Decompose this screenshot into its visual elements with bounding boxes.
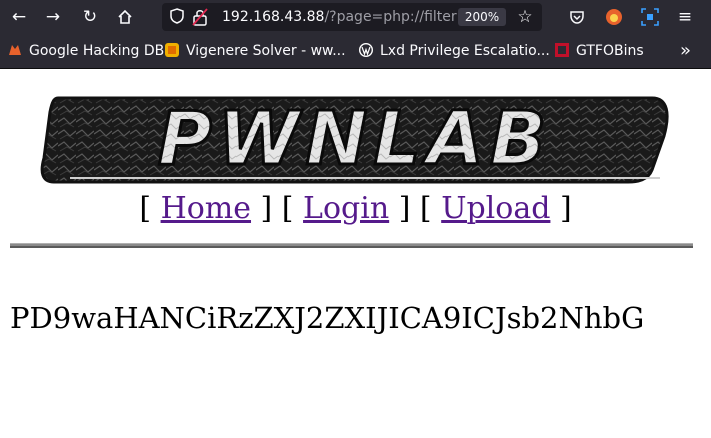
site-nav: [ Home ] [ Login ] [ Upload ]	[139, 191, 572, 226]
pwnlab-logo: PWNLAB	[40, 92, 670, 188]
bookmark-label: Google Hacking DB	[29, 43, 165, 59]
wordpress-icon	[358, 36, 374, 58]
base64-output: PD9waHANCiRzZXJ2ZXIJICA9ICJsb2NhbG	[10, 301, 645, 335]
logo-lettering: PWNLAB	[158, 96, 553, 182]
horizontal-rule	[10, 243, 693, 248]
nav-login-link[interactable]: Login	[303, 191, 389, 226]
hamburger-menu-icon[interactable]: ≡	[673, 5, 697, 29]
bookmark-google-hacking-db[interactable]: Google Hacking DB	[8, 34, 164, 68]
pocket-icon[interactable]	[565, 5, 589, 29]
vigenere-icon	[165, 36, 179, 57]
extension-fox-icon[interactable]	[602, 5, 626, 29]
browser-toolbar: ← → ↻ 192.168.43.88/?page=php://filter 2…	[0, 0, 711, 34]
insecure-lock-icon[interactable]	[192, 8, 210, 26]
nav-upload-link[interactable]: Upload	[441, 191, 550, 226]
url-bar[interactable]: 192.168.43.88/?page=php://filter 200% ☆	[162, 3, 542, 31]
gtfobins-icon	[555, 36, 569, 57]
bookmark-label: Vigenere Solver - ww...	[186, 43, 346, 59]
reload-icon[interactable]: ↻	[78, 5, 102, 29]
forward-arrow-icon[interactable]: →	[41, 5, 65, 29]
bookmark-label: GTFOBins	[576, 43, 644, 59]
home-icon[interactable]	[113, 5, 137, 29]
bookmark-label: Lxd Privilege Escalatio...	[380, 43, 550, 59]
page-content: PWNLAB [ Home ] [ Login ] [ Upload ] PD9…	[0, 69, 711, 438]
nav-home-link[interactable]: Home	[161, 191, 251, 226]
bookmarks-bar: Google Hacking DB Vigenere Solver - ww..…	[0, 34, 711, 69]
bookmark-vigenere-solver[interactable]: Vigenere Solver - ww...	[165, 34, 346, 68]
url-text[interactable]: 192.168.43.88/?page=php://filter	[222, 3, 458, 31]
url-host: 192.168.43.88	[222, 9, 325, 25]
bookmark-star-icon[interactable]: ☆	[514, 6, 536, 28]
back-arrow-icon[interactable]: ←	[7, 5, 31, 29]
bookmark-gtfobins[interactable]: GTFOBins	[555, 34, 644, 68]
fox-icon	[8, 36, 22, 55]
url-path: /?page=php://filter	[324, 9, 457, 25]
shield-icon[interactable]	[168, 8, 186, 26]
bookmark-lxd-privilege-escalation[interactable]: Lxd Privilege Escalatio...	[358, 34, 550, 68]
chevron-double-right-icon[interactable]: »	[680, 34, 691, 68]
zoom-level-badge[interactable]: 200%	[458, 8, 506, 26]
extension-scan-icon[interactable]	[638, 5, 662, 29]
